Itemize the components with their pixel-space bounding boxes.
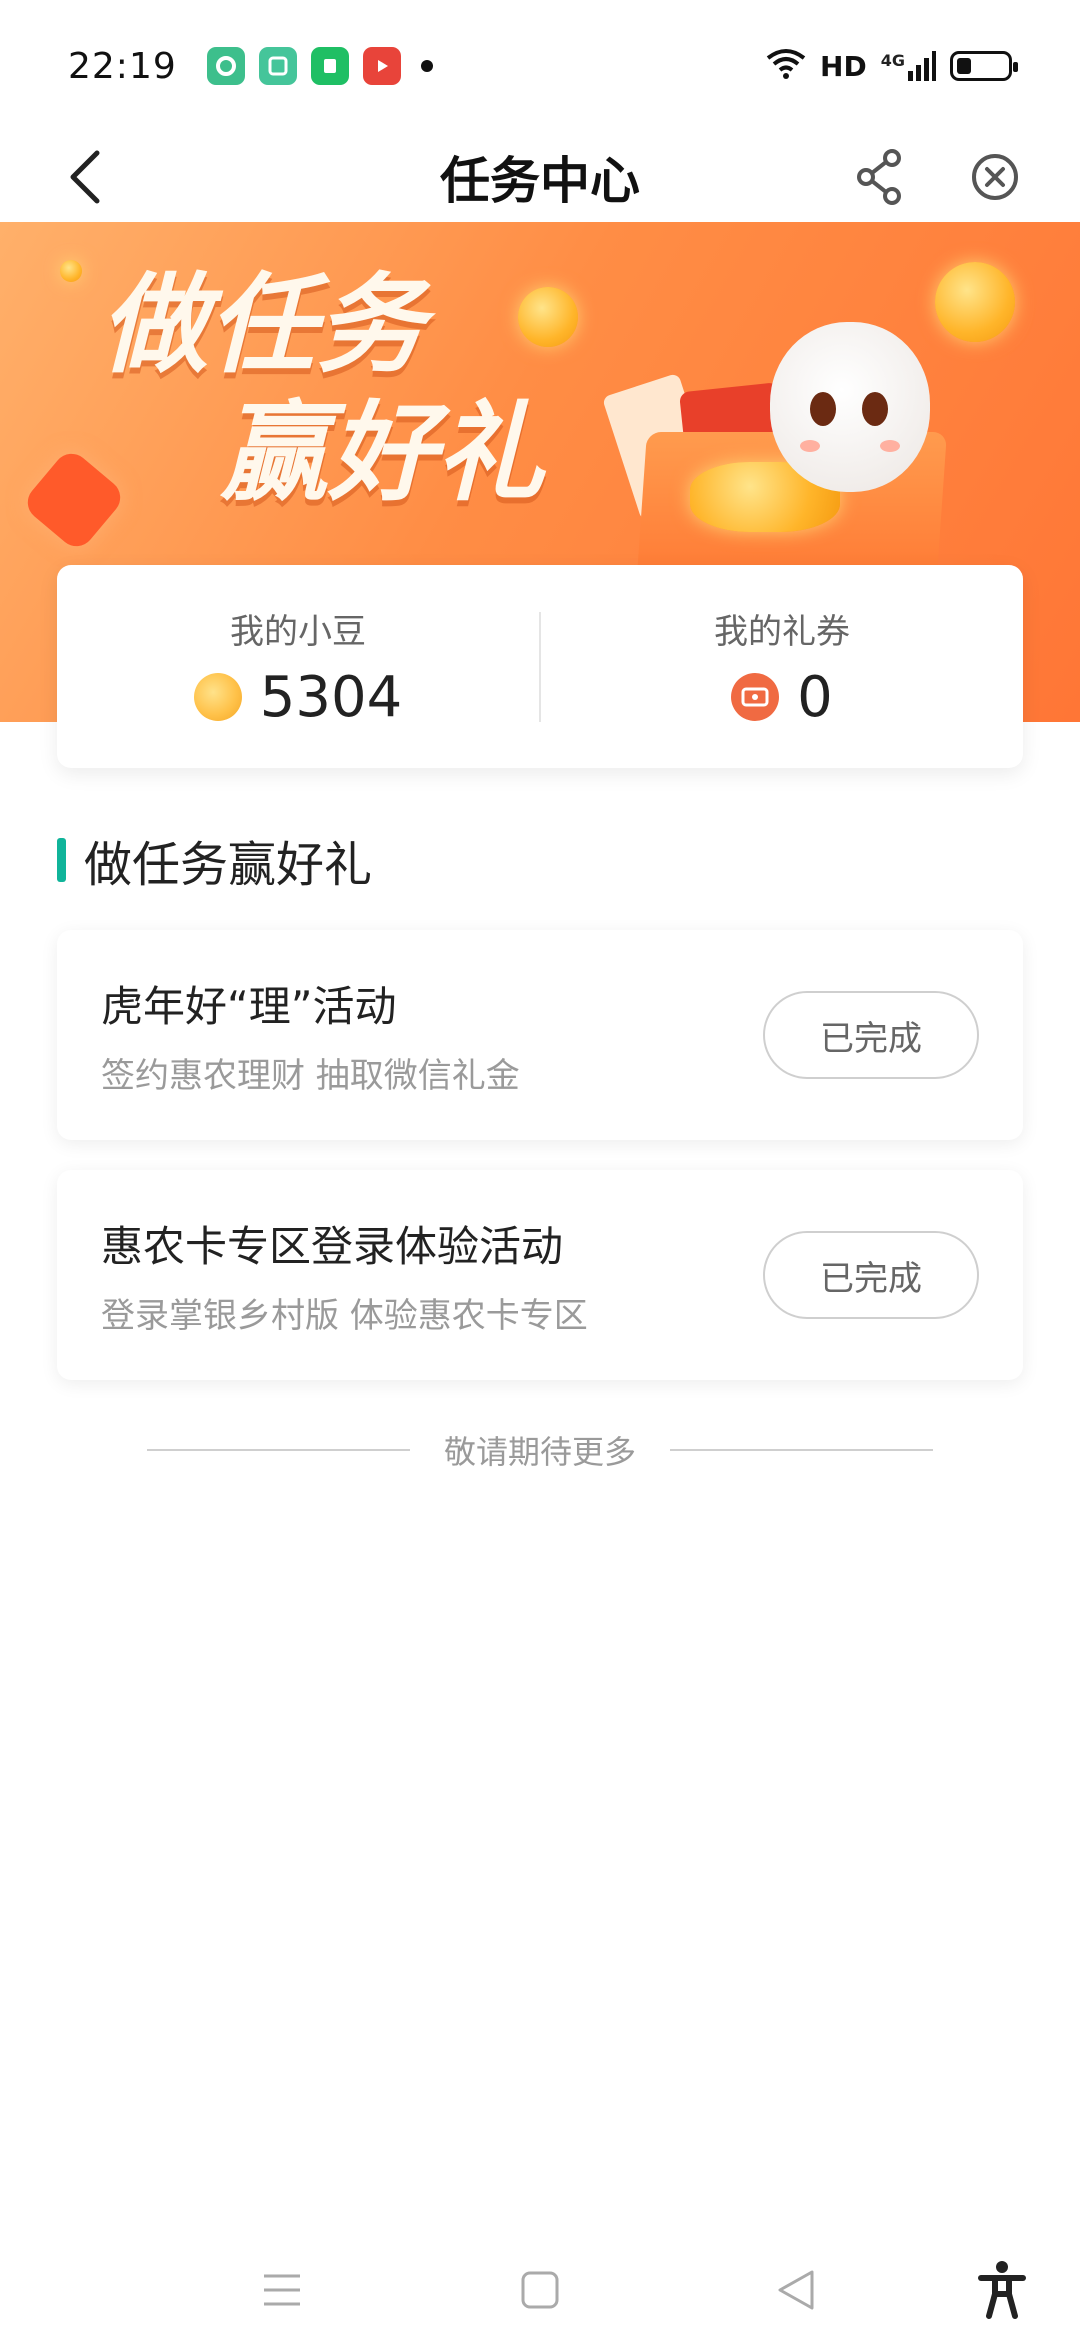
mascot-image bbox=[770, 322, 930, 492]
task-description: 签约惠农理财 抽取微信礼金 bbox=[101, 1056, 520, 1096]
status-app-icons bbox=[206, 47, 433, 85]
task-completed-button[interactable]: 已完成 bbox=[763, 991, 979, 1079]
menu-icon bbox=[264, 2274, 300, 2306]
back-system-button[interactable] bbox=[756, 2250, 836, 2330]
bean-icon bbox=[193, 673, 242, 721]
triangle-back-icon bbox=[778, 2270, 814, 2310]
app-notification-green-icon bbox=[206, 47, 245, 85]
task-card[interactable]: 惠农卡专区登录体验活动 登录掌银乡村版 体验惠农卡专区 已完成 bbox=[57, 1170, 1023, 1380]
coupons-stat[interactable]: 我的礼券 0 bbox=[541, 565, 1023, 768]
coupons-value: 0 bbox=[797, 664, 833, 730]
chevron-left-icon bbox=[70, 150, 100, 204]
share-button[interactable] bbox=[840, 132, 920, 222]
coupons-label: 我的礼券 bbox=[714, 611, 850, 652]
task-card[interactable]: 虎年好“理”活动 签约惠农理财 抽取微信礼金 已完成 bbox=[57, 930, 1023, 1140]
task-description: 登录掌银乡村版 体验惠农卡专区 bbox=[101, 1296, 588, 1336]
task-texts: 虎年好“理”活动 签约惠农理财 抽取微信礼金 bbox=[101, 973, 763, 1097]
accessibility-button[interactable] bbox=[962, 2250, 1042, 2330]
back-button[interactable] bbox=[40, 132, 130, 222]
task-title: 惠农卡专区登录体验活动 bbox=[101, 1222, 564, 1271]
close-button[interactable] bbox=[955, 132, 1035, 222]
beans-stat[interactable]: 我的小豆 5304 bbox=[57, 565, 539, 768]
app-notification-teal-icon bbox=[258, 47, 297, 85]
page: 22:19 HD 4G 任务中心 做任务 赢好礼 我的小豆 5304 我的礼券 … bbox=[0, 0, 1080, 2340]
status-bar: 22:19 HD 4G bbox=[0, 0, 1080, 132]
close-circle-icon bbox=[972, 154, 1018, 200]
beans-label: 我的小豆 bbox=[230, 611, 366, 652]
stats-card: 我的小豆 5304 我的礼券 0 bbox=[57, 565, 1023, 768]
coin-decoration bbox=[60, 260, 82, 282]
banner-slogan: 做任务 赢好礼 bbox=[100, 262, 544, 518]
coupons-value-row: 0 bbox=[731, 665, 833, 730]
section-title: 做任务赢好礼 bbox=[84, 837, 373, 893]
app-notification-green2-icon bbox=[310, 47, 349, 85]
slogan-line2: 赢好礼 bbox=[220, 391, 545, 516]
divider-line bbox=[670, 1449, 934, 1451]
task-texts: 惠农卡专区登录体验活动 登录掌银乡村版 体验惠农卡专区 bbox=[101, 1213, 763, 1337]
beans-value: 5304 bbox=[259, 664, 403, 730]
accessibility-icon bbox=[978, 2261, 1026, 2319]
more-coming-divider: 敬请期待更多 bbox=[147, 1420, 934, 1480]
status-right: HD 4G bbox=[766, 48, 1018, 84]
menu-button[interactable] bbox=[242, 2250, 322, 2330]
wifi-icon bbox=[766, 48, 806, 84]
home-button[interactable] bbox=[500, 2250, 580, 2330]
status-time: 22:19 bbox=[68, 45, 177, 87]
signal-icon: 4G bbox=[881, 51, 936, 81]
task-completed-button[interactable]: 已完成 bbox=[763, 1231, 979, 1319]
slogan-line1: 做任务 bbox=[100, 263, 425, 388]
battery-icon bbox=[950, 51, 1018, 81]
beans-value-row: 5304 bbox=[193, 664, 403, 730]
nav-bar: 任务中心 bbox=[0, 132, 1080, 222]
divider-line bbox=[147, 1449, 410, 1451]
signal-label: 4G bbox=[880, 51, 905, 70]
share-icon bbox=[857, 149, 901, 205]
home-icon bbox=[521, 2271, 559, 2309]
section-header: 做任务赢好礼 bbox=[57, 830, 372, 893]
system-navigation-bar bbox=[0, 2230, 1080, 2340]
section-accent-bar bbox=[57, 838, 66, 882]
more-notifications-dot bbox=[420, 60, 433, 72]
app-notification-red-icon bbox=[362, 47, 401, 85]
more-coming-text: 敬请期待更多 bbox=[444, 1433, 637, 1471]
task-title: 虎年好“理”活动 bbox=[101, 982, 397, 1031]
coin-decoration bbox=[935, 262, 1015, 342]
hd-icon: HD bbox=[820, 49, 867, 83]
coupon-icon bbox=[731, 673, 780, 721]
